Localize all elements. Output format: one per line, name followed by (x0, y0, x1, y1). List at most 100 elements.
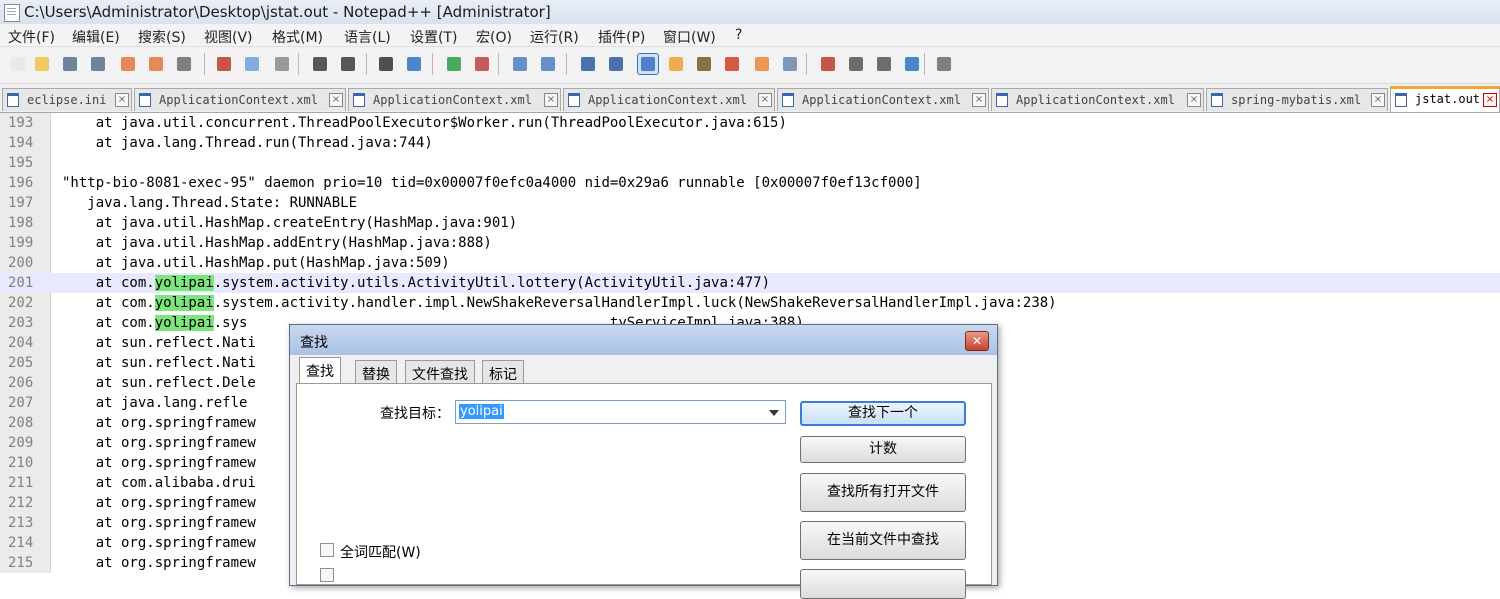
code-line[interactable]: 200 at java.util.HashMap.put(HashMap.jav… (0, 253, 1500, 273)
whole-word-checkbox[interactable] (320, 543, 334, 557)
code-line[interactable]: 196 "http-bio-8081-exec-95" daemon prio=1… (0, 173, 1500, 193)
tab-4[interactable]: ApplicationContext.xml × (777, 88, 989, 111)
menu-item-3[interactable]: 视图(V) (204, 27, 253, 47)
run-macro-multiple-icon[interactable] (902, 54, 922, 74)
close-icon[interactable]: × (1371, 93, 1385, 107)
find-target-combobox[interactable]: yolipai (455, 400, 786, 424)
function-list-icon[interactable] (694, 54, 714, 74)
code-line[interactable]: 197 java.lang.Thread.State: RUNNABLE (0, 193, 1500, 213)
close-icon[interactable]: × (329, 93, 343, 107)
tab-mark[interactable]: 标记 (482, 360, 524, 383)
copy-icon[interactable] (242, 54, 262, 74)
close-icon[interactable]: × (758, 93, 772, 107)
close-icon[interactable] (118, 54, 138, 74)
sync-vertical-icon[interactable] (510, 54, 530, 74)
line-number: 207 (8, 395, 34, 411)
find-next-button[interactable]: 查找下一个 (800, 401, 966, 426)
code-text: at sun.reflect.Dele (62, 375, 256, 391)
tab-2[interactable]: ApplicationContext.xml × (348, 88, 561, 111)
code-line[interactable]: 198 at java.util.HashMap.createEntry(Has… (0, 213, 1500, 233)
zoom-in-icon[interactable] (444, 54, 464, 74)
show-all-chars-icon[interactable] (606, 54, 626, 74)
menu-item-9[interactable]: 插件(P) (598, 27, 645, 47)
zoom-out-icon[interactable] (472, 54, 492, 74)
line-number: 210 (8, 455, 34, 471)
code-text: at java.lang.refle (62, 395, 248, 411)
close-icon[interactable]: × (1187, 93, 1201, 107)
cut-icon[interactable] (214, 54, 234, 74)
tab-find-in-files[interactable]: 文件查找 (405, 360, 475, 383)
tab-7[interactable]: jstat.out × (1390, 86, 1500, 112)
code-line[interactable]: 193 at java.util.concurrent.ThreadPoolEx… (0, 113, 1500, 133)
replace-icon[interactable] (404, 54, 424, 74)
close-icon[interactable]: × (1483, 93, 1497, 107)
paste-icon[interactable] (272, 54, 292, 74)
open-file-icon[interactable] (32, 54, 52, 74)
file-icon (996, 93, 1008, 107)
tab-0[interactable]: eclipse.ini × (2, 88, 132, 111)
code-text: at java.lang.Thread.run(Thread.java:744) (62, 135, 433, 151)
match-case-checkbox[interactable] (320, 568, 334, 582)
menu-item-10[interactable]: 窗口(W) (663, 27, 716, 47)
find-dialog-title-bar[interactable]: 查找 ✕ (290, 325, 997, 355)
close-all-icon[interactable] (146, 54, 166, 74)
tab-5[interactable]: ApplicationContext.xml × (991, 88, 1204, 111)
find-more-button[interactable] (800, 569, 966, 599)
folder-icon[interactable] (752, 54, 772, 74)
redo-icon[interactable] (338, 54, 358, 74)
close-icon[interactable]: × (115, 93, 129, 107)
menu-item-0[interactable]: 文件(F) (8, 27, 55, 47)
menu-item-11[interactable]: ? (735, 27, 742, 43)
code-line[interactable]: 194 at java.lang.Thread.run(Thread.java:… (0, 133, 1500, 153)
code-line[interactable]: 199 at java.util.HashMap.addEntry(HashMa… (0, 233, 1500, 253)
close-icon[interactable]: ✕ (965, 331, 989, 351)
record-macro-icon[interactable] (818, 54, 838, 74)
search-match: yolipai (154, 295, 214, 311)
count-button[interactable]: 计数 (800, 436, 966, 463)
line-number: 205 (8, 355, 34, 371)
chevron-down-icon[interactable] (769, 410, 779, 416)
tab-label: ApplicationContext.xml (1016, 93, 1175, 107)
print-icon[interactable] (174, 54, 194, 74)
tab-replace[interactable]: 替换 (355, 360, 397, 383)
undo-icon[interactable] (310, 54, 330, 74)
play-macro-icon[interactable] (874, 54, 894, 74)
save-icon[interactable] (60, 54, 80, 74)
menu-item-5[interactable]: 语言(L) (344, 27, 391, 47)
line-number: 211 (8, 475, 34, 491)
monitor-icon[interactable] (780, 54, 800, 74)
code-text: "http-bio-8081-exec-95" daemon prio=10 t… (62, 175, 922, 191)
menu-item-7[interactable]: 宏(O) (476, 27, 512, 47)
code-line[interactable]: 201 at com.yolipai.system.activity.utils… (0, 273, 1500, 293)
menu-item-2[interactable]: 搜索(S) (138, 27, 186, 47)
sync-horizontal-icon[interactable] (538, 54, 558, 74)
notepad-app-icon (4, 4, 20, 22)
find-in-current-file-button[interactable]: 在当前文件中查找 (800, 521, 966, 560)
menu-item-8[interactable]: 运行(R) (530, 27, 579, 47)
line-number: 213 (8, 515, 34, 531)
menu-item-4[interactable]: 格式(M) (272, 27, 323, 47)
find-icon[interactable] (376, 54, 396, 74)
title-bar: C:\Users\Administrator\Desktop\jstat.out… (0, 0, 1500, 25)
menu-item-6[interactable]: 设置(T) (410, 27, 457, 47)
doc-map-icon[interactable] (666, 54, 686, 74)
code-line[interactable]: 202 at com.yolipai.system.activity.handl… (0, 293, 1500, 313)
word-wrap-icon[interactable] (578, 54, 598, 74)
udl-icon[interactable] (722, 54, 742, 74)
tab-1[interactable]: ApplicationContext.xml × (134, 88, 346, 111)
new-file-icon[interactable] (8, 54, 28, 74)
stop-macro-icon[interactable] (846, 54, 866, 74)
find-all-open-files-button[interactable]: 查找所有打开文件 (800, 473, 966, 512)
close-icon[interactable]: × (544, 93, 558, 107)
tab-find[interactable]: 查找 (299, 357, 341, 384)
tab-6[interactable]: spring-mybatis.xml × (1206, 88, 1388, 111)
menu-item-1[interactable]: 编辑(E) (72, 27, 120, 47)
save-all-icon[interactable] (88, 54, 108, 74)
toolbar-separator (432, 53, 433, 75)
close-icon[interactable]: × (972, 93, 986, 107)
code-line[interactable]: 195 (0, 153, 1500, 173)
line-number: 212 (8, 495, 34, 511)
indent-guide-icon[interactable] (637, 53, 659, 75)
save-macro-icon[interactable] (934, 54, 954, 74)
tab-3[interactable]: ApplicationContext.xml × (563, 88, 775, 111)
